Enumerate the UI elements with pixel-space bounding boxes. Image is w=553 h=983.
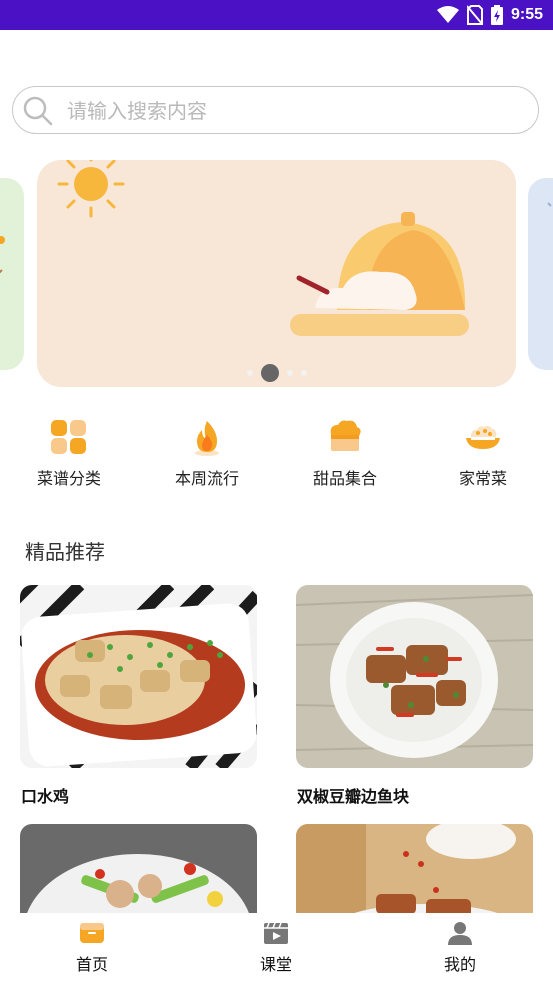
recipe-card[interactable] <box>20 824 257 914</box>
bottom-navigation: 首页 课堂 我的 <box>0 913 553 983</box>
pagination-dot <box>286 370 293 376</box>
banner-slide-next[interactable] <box>528 178 553 370</box>
search-icon <box>23 96 53 126</box>
category-shortcuts: 菜谱分类 本周流行 甜品集合 家常菜 <box>0 412 553 492</box>
video-play-icon <box>264 922 288 944</box>
nav-home[interactable]: 首页 <box>42 919 142 975</box>
category-weekly-popular[interactable]: 本周流行 <box>147 412 267 489</box>
person-icon <box>448 922 472 945</box>
nav-mine[interactable]: 我的 <box>410 919 510 975</box>
recipe-image-double-pepper-fish <box>296 585 533 768</box>
nav-label: 我的 <box>443 955 476 974</box>
banner-slide-previous[interactable] <box>0 178 24 370</box>
banner-pagination <box>0 363 553 383</box>
pagination-dot <box>300 370 307 376</box>
section-title: 精品推荐 <box>25 540 105 564</box>
pagination-dot <box>246 370 253 376</box>
sun-icon <box>57 160 125 218</box>
category-label: 本周流行 <box>174 469 239 488</box>
no-sim-icon <box>466 5 483 25</box>
category-home-cooking[interactable]: 家常菜 <box>423 412 543 489</box>
flame-icon <box>195 421 219 456</box>
food-bowl-icon <box>466 425 500 449</box>
nav-classroom[interactable]: 课堂 <box>226 919 326 975</box>
recipe-card[interactable]: 口水鸡 <box>20 585 257 815</box>
category-label: 家常菜 <box>458 469 507 488</box>
status-icons: 9:55 <box>436 0 543 30</box>
recipe-title: 双椒豆瓣边鱼块 <box>297 787 410 806</box>
banner-peek-illustration <box>0 236 5 274</box>
nav-label: 课堂 <box>259 955 292 974</box>
wifi-icon <box>436 6 459 23</box>
banner-slide-current[interactable] <box>37 160 516 387</box>
status-time: 9:55 <box>510 6 543 23</box>
recipe-card[interactable] <box>296 824 533 914</box>
food-cloche-icon <box>290 212 469 336</box>
search-bar[interactable] <box>12 86 539 134</box>
recipe-title: 口水鸡 <box>21 787 70 806</box>
home-box-icon <box>80 923 104 943</box>
banner-peek-illustration <box>547 202 552 207</box>
recipe-image <box>20 824 257 914</box>
category-dessert-collection[interactable]: 甜品集合 <box>285 412 405 489</box>
pagination-dot-active <box>260 364 279 382</box>
banner-illustration <box>57 160 469 336</box>
status-bar: 9:55 <box>0 0 553 30</box>
category-label: 甜品集合 <box>312 469 377 488</box>
category-recipe-classification[interactable]: 菜谱分类 <box>9 412 129 489</box>
nav-label: 首页 <box>75 955 108 974</box>
recipe-image-saliva-chicken <box>20 585 257 768</box>
recipe-card[interactable]: 双椒豆瓣边鱼块 <box>296 585 533 815</box>
search-input[interactable] <box>65 87 529 134</box>
grid-squares-icon <box>51 420 86 454</box>
category-label: 菜谱分类 <box>36 469 101 488</box>
recipe-image <box>296 824 533 914</box>
battery-charging-icon <box>490 5 503 25</box>
cupcake-icon <box>330 420 361 451</box>
